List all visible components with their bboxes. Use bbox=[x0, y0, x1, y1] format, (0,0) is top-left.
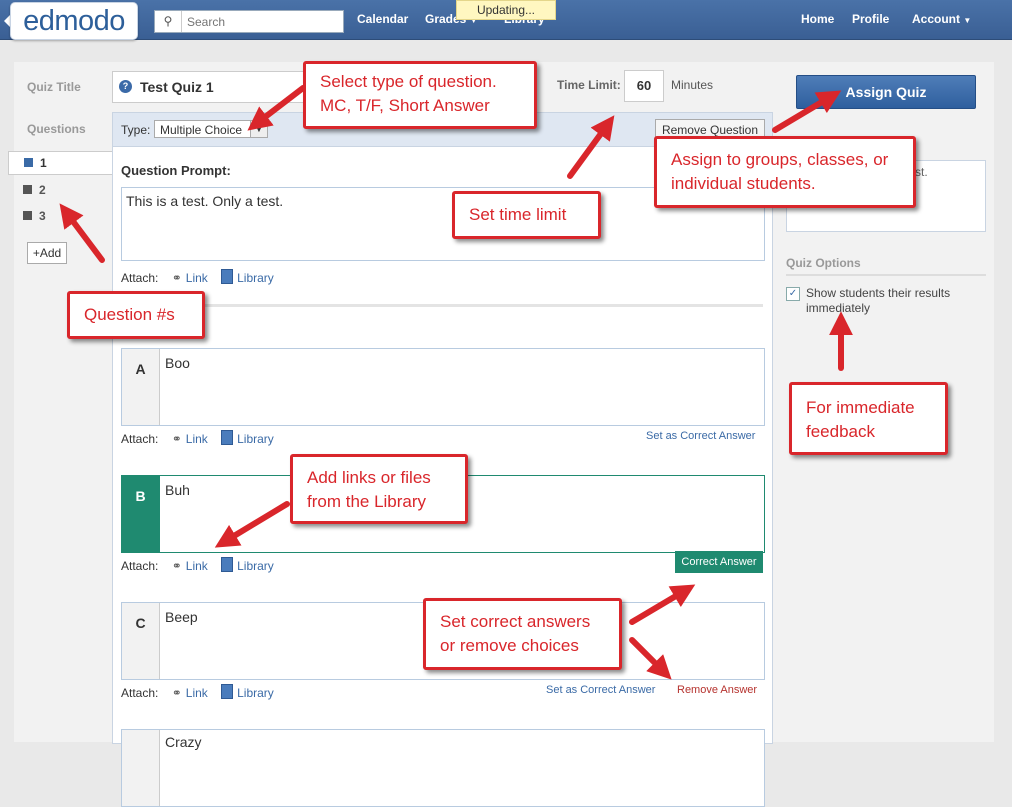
callout-assign: Assign to groups, classes, or individual… bbox=[654, 136, 916, 208]
arrow-to-type-select bbox=[247, 85, 306, 131]
arrow-to-time-limit bbox=[567, 115, 615, 179]
arrow-to-attach-links bbox=[214, 501, 290, 548]
callout-attach-links: Add links or files from the Library bbox=[290, 454, 468, 524]
arrow-to-question-numbers bbox=[59, 203, 105, 263]
arrow-to-remove-answer bbox=[629, 637, 672, 680]
callout-question-type: Select type of question. MC, T/F, Short … bbox=[303, 61, 537, 129]
callout-correct-answers: Set correct answers or remove choices bbox=[423, 598, 622, 670]
arrow-to-assign-button bbox=[772, 90, 842, 133]
callout-question-numbers: Question #s bbox=[67, 291, 205, 339]
callout-immediate-feedback: For immediate feedback bbox=[789, 382, 948, 455]
arrow-to-correct-answer bbox=[629, 584, 696, 625]
callout-time-limit: Set time limit bbox=[452, 191, 601, 239]
